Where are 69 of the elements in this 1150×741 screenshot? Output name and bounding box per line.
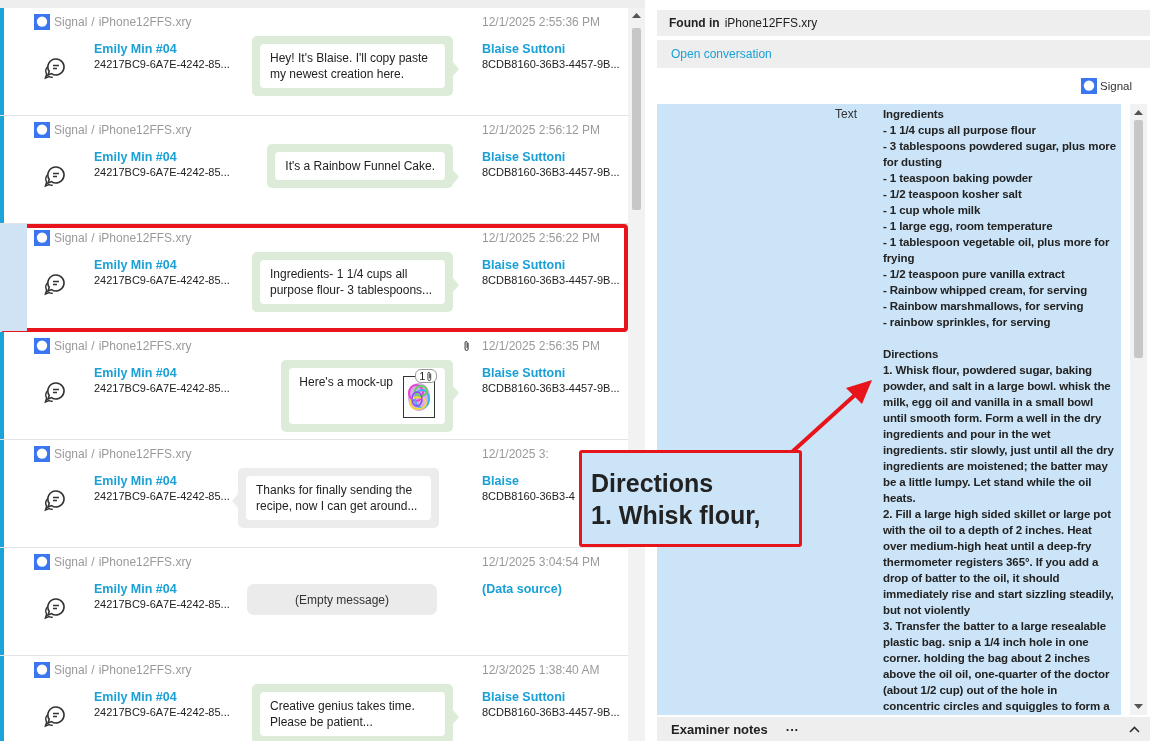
message-text: Thanks for finally sending the recipe, now I can get around... [256,482,419,514]
attachment-count: 1 [415,369,437,383]
found-in-value: iPhone12FFS.xry [724,16,818,30]
recipient-name: Blaise [482,474,519,488]
sender-name: Emily Min #04 [94,42,177,56]
path-separator: / [91,339,95,353]
path-separator: / [91,231,95,245]
recipient-name: Blaise Suttoni [482,150,566,164]
file-label: iPhone12FFS.xry [98,123,192,137]
recipient-id: 8CDB8160-36B3-4457-9B... [482,166,620,178]
file-label: iPhone12FFS.xry [98,231,192,245]
source-label: Signal [54,15,88,29]
recipient-id: 8CDB8160-36B3-4 [482,490,575,502]
sender-id: 24217BC9-6A7E-4242-85... [94,58,230,70]
message-time: 12/1/2025 2:56:12 PM [481,123,602,137]
source-label: Signal [54,555,88,569]
recipient-name: (Data source) [482,582,562,596]
file-label: iPhone12FFS.xry [98,555,192,569]
message-text: Here's a mock-up [299,374,393,390]
message-time: 12/1/2025 2:56:22 PM [481,231,602,245]
message-time: 12/1/2025 2:55:36 PM [481,15,602,29]
field-value: Ingredients - 1 1/4 cups all purpose flour - 3 tablespoons powdered sugar, plus more for dusting - 1 teaspoon baking powder - 1/2 teaspoon kosher salt - 1 cup whole milk - 1 large egg, room temperature - 1 tablespoon vegetable oil, plus more for frying - 1/2 teaspoon pure vanilla extract - Rainbow whipped cream, for serving - Rainbow marshmallows, for serving - rainbow sprinkles, for serving Directions 1. Whisk flour, powdered sugar, baking powder, and salt in a large bowl. whisk the milk, egg oil and vanilla in a small bowl until smooth form. Form a well in the dry ingredients and pour in the wet ingredients. stir slowly, just until all the dry ingredients are moistened; the batter may be a little lumpy. Let stand while the oil heats. 2. Fill a large high sided skillet or large pot with the oil to a depth of 2 inches. Heat over medium-high heat until a deep-fry thermometer registers 365°. If you add a drop of batter to the oil, it should immediately rise and start sizzling steadily, but not violently 3. Transfer the batter to a large resealable plastic bag. snip a 1/4 inch hole in one corner. holding the bag about 2 inches above the oil oil, one-quarter of the doctor (about 1/2 cup) out of the hole in concentric circles and squiggles to form a [883,107,1117,714]
source-label: Signal [1100,80,1132,92]
message-text: It's a Rainbow Funnel Cake. [285,158,435,174]
sender-name: Emily Min #04 [94,474,177,488]
recipient-name: Blaise Suttoni [482,258,566,272]
source-label: Signal [54,231,88,245]
message-text: Ingredients- 1 1/4 cups all purpose flour- 3 tablespoons... [270,266,434,298]
source-label: Signal [54,447,88,461]
recipient-name: Blaise Suttoni [482,690,566,704]
message-time: 12/1/2025 3:04:54 PM [481,555,602,569]
sender-name: Emily Min #04 [94,258,177,272]
message-time: 12/1/2025 3: [481,447,550,461]
file-label: iPhone12FFS.xry [98,339,192,353]
sender-id: 24217BC9-6A7E-4242-85... [94,166,230,178]
sender-id: 24217BC9-6A7E-4242-85... [94,382,230,394]
examiner-notes-title: Examiner notes [671,721,768,737]
sender-name: Emily Min #04 [94,366,177,380]
field-label: Text [835,106,857,122]
file-label: iPhone12FFS.xry [98,663,192,677]
source-label: Signal [54,663,88,677]
path-separator: / [91,663,95,677]
sender-id: 24217BC9-6A7E-4242-85... [94,274,230,286]
source-label: Signal [54,123,88,137]
sender-id: 24217BC9-6A7E-4242-85... [94,706,230,718]
recipient-name: Blaise Suttoni [482,42,566,56]
recipient-id: 8CDB8160-36B3-4457-9B... [482,382,620,394]
recipient-id: 8CDB8160-36B3-4457-9B... [482,58,620,70]
sender-name: Emily Min #04 [94,690,177,704]
recipient-id: 8CDB8160-36B3-4457-9B... [482,274,620,286]
message-time: 12/1/2025 2:56:35 PM [481,339,602,353]
file-label: iPhone12FFS.xry [98,15,192,29]
source-label: Signal [54,339,88,353]
sender-name: Emily Min #04 [94,582,177,596]
empty-message: (Empty message) [247,584,437,615]
recipient-name: Blaise Suttoni [482,366,566,380]
path-separator: / [91,123,95,137]
sender-name: Emily Min #04 [94,150,177,164]
path-separator: / [91,447,95,461]
path-separator: / [91,15,95,29]
message-text: Creative genius takes time. Please be patient... [270,698,416,730]
message-text: Hey! It's Blaise. I'll copy paste my newest creation here. [270,50,429,82]
sender-id: 24217BC9-6A7E-4242-85... [94,490,230,502]
message-time: 12/3/2025 1:38:40 AM [481,663,601,677]
sender-id: 24217BC9-6A7E-4242-85... [94,598,230,610]
path-separator: / [91,555,95,569]
found-in-label: Found in [669,16,720,30]
recipient-id: 8CDB8160-36B3-4457-9B... [482,706,620,718]
file-label: iPhone12FFS.xry [98,447,192,461]
